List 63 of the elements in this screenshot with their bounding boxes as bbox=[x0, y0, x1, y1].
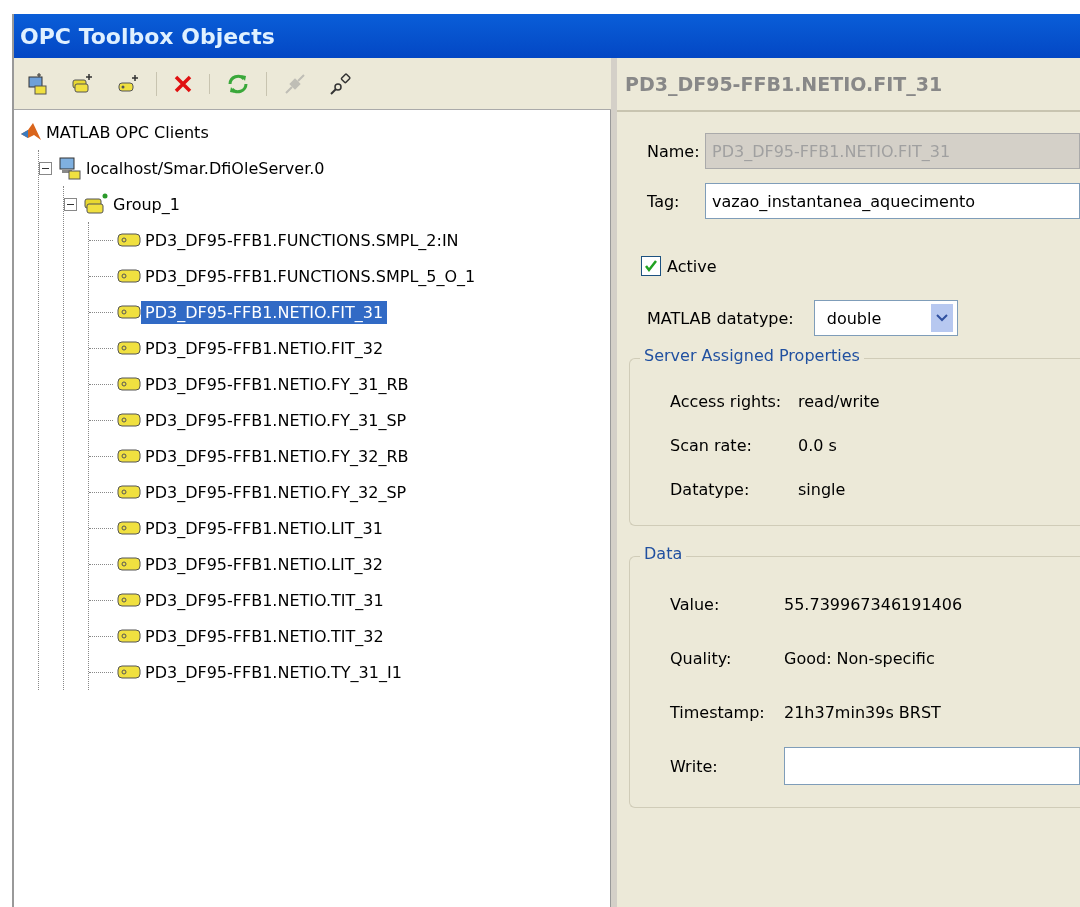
datatype-label: MATLAB datatype: bbox=[647, 308, 794, 328]
tag-icon bbox=[117, 449, 141, 463]
tree-item[interactable]: PD3_DF95-FFB1.FUNCTIONS.SMPL_2:IN bbox=[141, 228, 463, 252]
collapse-toggle[interactable] bbox=[64, 197, 77, 211]
tree-item[interactable]: PD3_DF95-FFB1.NETIO.LIT_32 bbox=[141, 552, 387, 576]
tree-item[interactable]: PD3_DF95-FFB1.NETIO.FIT_32 bbox=[141, 336, 388, 360]
delete-icon[interactable] bbox=[173, 73, 193, 94]
add-tag-icon[interactable] bbox=[116, 72, 140, 95]
group-icon bbox=[83, 192, 109, 216]
tag-icon bbox=[117, 341, 141, 355]
tag-icon bbox=[117, 305, 141, 319]
group-title: Server Assigned Properties bbox=[640, 346, 864, 365]
computer-icon bbox=[58, 156, 82, 180]
property-label: Quality: bbox=[670, 648, 733, 668]
tag-icon bbox=[117, 521, 141, 535]
property-label: Datatype: bbox=[670, 479, 751, 499]
property-value: read/write bbox=[798, 391, 880, 411]
tree-item[interactable]: PD3_DF95-FFB1.NETIO.FY_31_RB bbox=[141, 372, 413, 396]
computer-icon[interactable] bbox=[26, 71, 48, 96]
tag-icon bbox=[117, 413, 141, 427]
tag-icon bbox=[117, 629, 141, 643]
tree-item[interactable]: PD3_DF95-FFB1.NETIO.FIT_31 bbox=[141, 300, 388, 324]
property-label: Access rights: bbox=[670, 391, 783, 411]
tree-item[interactable]: PD3_DF95-FFB1.NETIO.FY_32_RB bbox=[141, 444, 413, 468]
matlab-logo-icon bbox=[20, 122, 42, 142]
property-label: Scan rate: bbox=[670, 435, 753, 455]
window-title: OPC Toolbox Objects bbox=[20, 23, 275, 49]
active-checkbox[interactable] bbox=[641, 256, 661, 276]
tree-item[interactable]: PD3_DF95-FFB1.NETIO.TIT_32 bbox=[141, 624, 388, 648]
property-value: 0.0 s bbox=[798, 435, 837, 455]
property-label: Timestamp: bbox=[670, 702, 766, 722]
tag-icon bbox=[117, 557, 141, 571]
tree-item[interactable]: PD3_DF95-FFB1.FUNCTIONS.SMPL_5_O_1 bbox=[141, 264, 480, 288]
tree-item[interactable]: PD3_DF95-FFB1.NETIO.TIT_31 bbox=[141, 588, 388, 612]
add-group-icon[interactable] bbox=[70, 71, 94, 96]
tag-icon bbox=[117, 377, 141, 391]
tree-item[interactable]: PD3_DF95-FFB1.NETIO.FY_32_SP bbox=[141, 480, 411, 504]
property-label: Value: bbox=[670, 594, 721, 614]
write-field[interactable] bbox=[784, 747, 1080, 785]
write-label: Write: bbox=[670, 756, 719, 776]
tree-item[interactable]: PD3_DF95-FFB1.NETIO.LIT_31 bbox=[141, 516, 387, 540]
collapse-toggle[interactable] bbox=[39, 161, 52, 175]
name-label: Name: bbox=[647, 141, 701, 161]
tag-icon bbox=[117, 233, 141, 247]
tag-icon bbox=[117, 593, 141, 607]
tag-field[interactable]: vazao_instantanea_aquecimento bbox=[705, 183, 1080, 219]
tree-item[interactable]: MATLAB OPC Clients bbox=[42, 120, 213, 144]
datatype-dropdown[interactable]: double bbox=[813, 300, 958, 336]
tree-item[interactable]: PD3_DF95-FFB1.NETIO.FY_31_SP bbox=[141, 408, 411, 432]
tag-label: Tag: bbox=[647, 191, 681, 211]
item-title: PD3_DF95-FFB1.NETIO.FIT_31 bbox=[625, 73, 943, 95]
tag-icon bbox=[117, 485, 141, 499]
property-value: 55.739967346191406 bbox=[784, 594, 963, 614]
active-label: Active bbox=[667, 256, 717, 276]
tag-icon bbox=[117, 665, 141, 679]
tag-icon bbox=[117, 269, 141, 283]
chevron-down-icon bbox=[935, 314, 948, 322]
property-value: single bbox=[798, 479, 846, 499]
property-value: Good: Non-specific bbox=[784, 648, 935, 668]
tree-item[interactable]: PD3_DF95-FFB1.NETIO.TY_31_I1 bbox=[141, 660, 406, 684]
tree-item[interactable]: localhost/Smar.DfiOleServer.0 bbox=[82, 156, 329, 180]
tree-item[interactable]: Group_1 bbox=[109, 192, 184, 216]
property-value: 21h37min39s BRST bbox=[784, 702, 941, 722]
